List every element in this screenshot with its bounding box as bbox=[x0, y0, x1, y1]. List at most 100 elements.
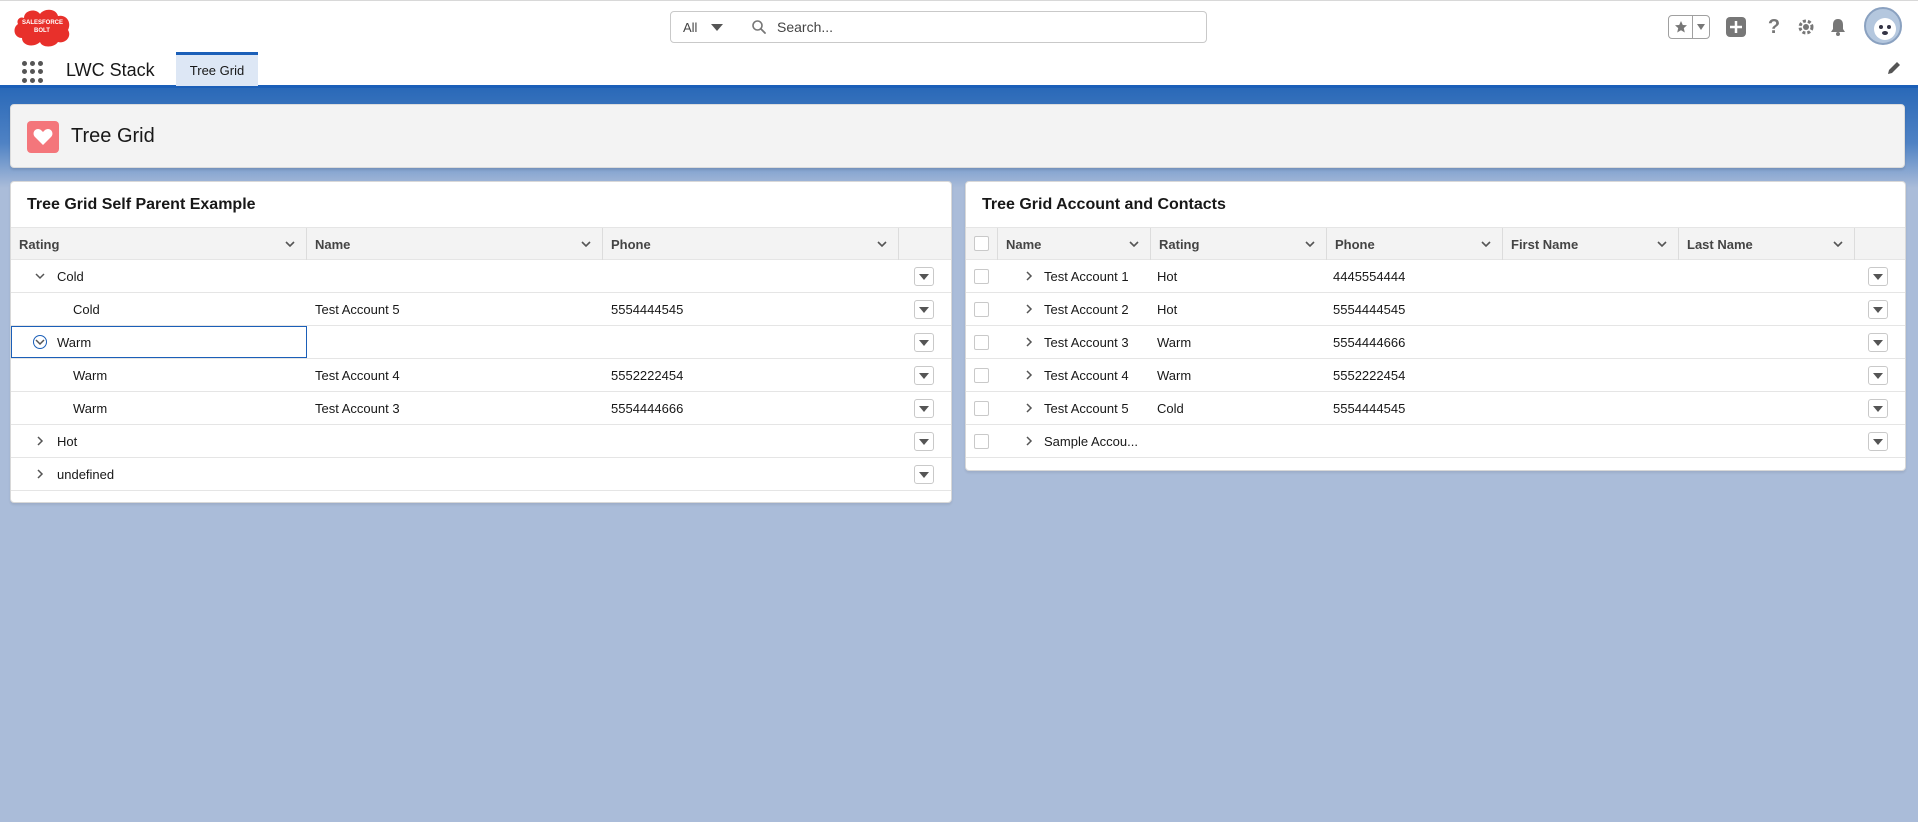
chevron-down-icon[interactable] bbox=[876, 238, 888, 250]
caret-down-icon bbox=[919, 438, 929, 445]
cell-phone bbox=[611, 326, 895, 358]
tree-row[interactable]: Warm bbox=[11, 326, 951, 359]
app-launcher-icon[interactable] bbox=[22, 61, 44, 83]
row-actions-button[interactable] bbox=[1868, 399, 1888, 418]
search-scope-value: All bbox=[683, 19, 698, 35]
caret-down-icon bbox=[1873, 372, 1883, 379]
column-header-phone[interactable]: Phone bbox=[603, 228, 899, 260]
grid-header-row: Name Rating Phone First Name Last Name bbox=[966, 227, 1905, 260]
global-actions-plus-icon[interactable] bbox=[1724, 15, 1748, 39]
tree-row[interactable]: Test Account 3 Warm 5554444666 bbox=[966, 326, 1905, 359]
cell-name: Test Account 3 bbox=[1044, 334, 1129, 350]
tree-row[interactable]: Sample Accou... bbox=[966, 425, 1905, 458]
cell-rating: Warm bbox=[1157, 334, 1192, 350]
row-checkbox[interactable] bbox=[974, 269, 989, 284]
cell-rating: Hot bbox=[57, 433, 78, 449]
tree-row[interactable]: Test Account 4 Warm 5552222454 bbox=[966, 359, 1905, 392]
chevron-down-icon[interactable] bbox=[1304, 238, 1316, 250]
cell-first-name bbox=[1509, 392, 1675, 424]
row-checkbox[interactable] bbox=[974, 302, 989, 317]
cell-name: Test Account 5 bbox=[1044, 400, 1129, 416]
tab-tree-grid[interactable]: Tree Grid bbox=[176, 52, 258, 86]
row-actions-button[interactable] bbox=[1868, 267, 1888, 286]
row-actions-button[interactable] bbox=[914, 465, 934, 484]
heart-icon bbox=[27, 121, 59, 153]
column-header-first-name[interactable]: First Name bbox=[1503, 228, 1679, 260]
tree-row[interactable]: Cold Test Account 5 5554444545 bbox=[11, 293, 951, 326]
global-header: SALESFORCE BOLT All ? bbox=[0, 0, 1918, 52]
user-avatar[interactable] bbox=[1864, 7, 1902, 45]
tree-row[interactable]: undefined bbox=[11, 458, 951, 491]
chevron-right-icon[interactable] bbox=[1022, 269, 1036, 283]
chevron-right-icon[interactable] bbox=[1022, 434, 1036, 448]
tree-row[interactable]: Test Account 2 Hot 5554444545 bbox=[966, 293, 1905, 326]
chevron-down-icon[interactable] bbox=[284, 238, 296, 250]
favorites-dropdown-icon[interactable] bbox=[1693, 16, 1709, 38]
favorites-button-group[interactable] bbox=[1668, 15, 1710, 39]
tree-row[interactable]: Test Account 5 Cold 5554444545 bbox=[966, 392, 1905, 425]
column-header-label: Name bbox=[315, 236, 351, 252]
cell-phone: 5554444545 bbox=[1333, 400, 1406, 416]
chevron-down-icon[interactable] bbox=[1480, 238, 1492, 250]
edit-nav-pencil-icon[interactable] bbox=[1886, 60, 1904, 78]
chevron-right-icon[interactable] bbox=[1022, 368, 1036, 382]
cell-phone bbox=[1333, 425, 1499, 457]
column-header-rating[interactable]: Rating bbox=[1151, 228, 1327, 260]
row-actions-button[interactable] bbox=[1868, 366, 1888, 385]
chevron-down-icon[interactable] bbox=[1656, 238, 1668, 250]
tree-row[interactable]: Warm Test Account 4 5552222454 bbox=[11, 359, 951, 392]
row-checkbox[interactable] bbox=[974, 434, 989, 449]
row-checkbox[interactable] bbox=[974, 401, 989, 416]
tree-grid-self-parent-card: Tree Grid Self Parent Example Rating Nam… bbox=[10, 181, 952, 503]
caret-down-icon bbox=[919, 306, 929, 313]
chevron-right-icon[interactable] bbox=[1022, 401, 1036, 415]
column-header-rating[interactable]: Rating bbox=[11, 228, 307, 260]
row-actions-button[interactable] bbox=[914, 333, 934, 352]
row-actions-button[interactable] bbox=[914, 366, 934, 385]
column-header-name[interactable]: Name bbox=[307, 228, 603, 260]
row-actions-button[interactable] bbox=[1868, 432, 1888, 451]
row-actions-button[interactable] bbox=[914, 432, 934, 451]
column-header-label: Phone bbox=[1335, 236, 1375, 252]
select-all-checkbox[interactable] bbox=[974, 236, 989, 251]
column-header-last-name[interactable]: Last Name bbox=[1679, 228, 1855, 260]
tree-row[interactable]: Test Account 1 Hot 4445554444 bbox=[966, 260, 1905, 293]
row-actions-button[interactable] bbox=[914, 399, 934, 418]
row-checkbox[interactable] bbox=[974, 335, 989, 350]
card-title: Tree Grid Account and Contacts bbox=[982, 196, 1226, 213]
cell-phone bbox=[611, 458, 895, 490]
search-input[interactable] bbox=[777, 19, 1177, 35]
cell-last-name bbox=[1685, 293, 1851, 325]
cell-rating: Hot bbox=[1157, 301, 1178, 317]
tree-row[interactable]: Cold bbox=[11, 260, 951, 293]
global-search[interactable] bbox=[733, 11, 1207, 43]
gear-icon[interactable] bbox=[1794, 15, 1818, 39]
row-actions-button[interactable] bbox=[914, 300, 934, 319]
favorites-star-icon[interactable] bbox=[1669, 16, 1693, 38]
search-scope-select[interactable]: All bbox=[670, 11, 734, 43]
cell-rating: Warm bbox=[57, 334, 92, 350]
column-header-name[interactable]: Name bbox=[998, 228, 1151, 260]
chevron-right-icon[interactable] bbox=[33, 467, 47, 481]
row-checkbox[interactable] bbox=[974, 368, 989, 383]
tree-row[interactable]: Warm Test Account 3 5554444666 bbox=[11, 392, 951, 425]
notifications-bell-icon[interactable] bbox=[1826, 15, 1850, 39]
chevron-right-icon[interactable] bbox=[1022, 302, 1036, 316]
chevron-right-icon[interactable] bbox=[1022, 335, 1036, 349]
salesforce-bolt-logo[interactable]: SALESFORCE BOLT bbox=[12, 6, 72, 48]
tree-grid-self-parent: Rating Name Phone Cold Cold Test Account… bbox=[11, 227, 951, 491]
chevron-down-icon[interactable] bbox=[33, 335, 47, 349]
cell-phone bbox=[611, 260, 895, 292]
row-actions-button[interactable] bbox=[1868, 300, 1888, 319]
help-icon[interactable]: ? bbox=[1762, 15, 1786, 39]
chevron-right-icon[interactable] bbox=[33, 434, 47, 448]
column-header-phone[interactable]: Phone bbox=[1327, 228, 1503, 260]
tree-row[interactable]: Hot bbox=[11, 425, 951, 458]
chevron-down-icon[interactable] bbox=[1832, 238, 1844, 250]
chevron-down-icon[interactable] bbox=[580, 238, 592, 250]
chevron-down-icon[interactable] bbox=[1128, 238, 1140, 250]
row-actions-button[interactable] bbox=[914, 267, 934, 286]
row-actions-button[interactable] bbox=[1868, 333, 1888, 352]
chevron-down-icon[interactable] bbox=[33, 269, 47, 283]
cell-phone bbox=[611, 425, 895, 457]
